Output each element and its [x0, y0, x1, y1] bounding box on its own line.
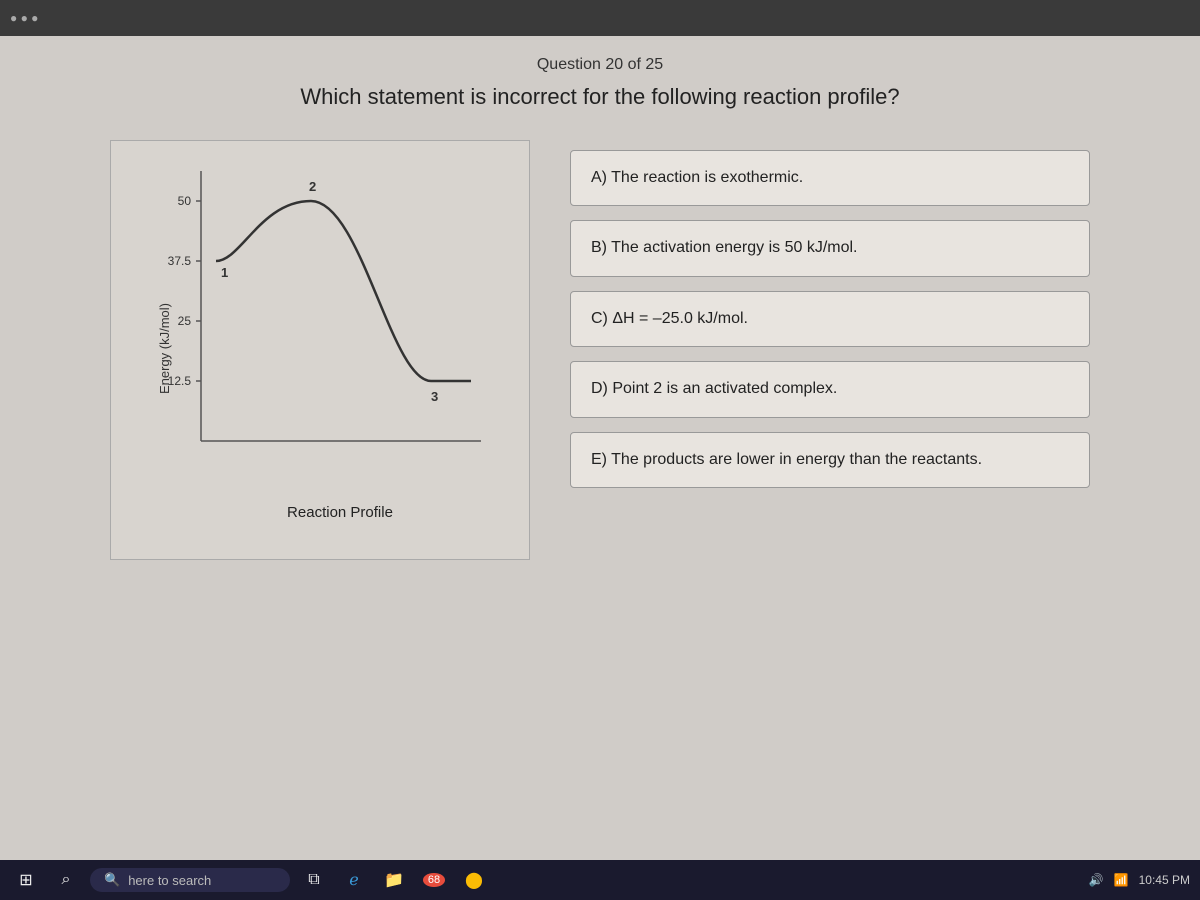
answer-option-c[interactable]: C) ΔH = –25.0 kJ/mol. — [570, 291, 1090, 347]
svg-text:25: 25 — [178, 314, 192, 328]
search-button[interactable]: ⌕ — [50, 864, 82, 896]
chrome-icon[interactable]: ⬤ — [458, 864, 490, 896]
content-row: Energy (kJ/mol) 50 37.5 25 12.5 — [40, 140, 1160, 560]
taskview-button[interactable]: ⧉ — [298, 864, 330, 896]
y-axis-label: Energy (kJ/mol) — [157, 303, 172, 394]
answer-option-b[interactable]: B) The activation energy is 50 kJ/mol. — [570, 220, 1090, 276]
answer-option-e[interactable]: E) The products are lower in energy than… — [570, 432, 1090, 488]
question-counter: Question 20 of 25 — [537, 56, 663, 74]
browser-bar: ● ● ● — [0, 0, 1200, 36]
answer-option-a[interactable]: A) The reaction is exothermic. — [570, 150, 1090, 206]
clock: 10:45 PM — [1139, 873, 1190, 887]
search-placeholder: here to search — [128, 873, 211, 888]
search-bar[interactable]: 🔍 here to search — [90, 868, 290, 892]
notification-badge[interactable]: 68 — [418, 864, 450, 896]
svg-text:37.5: 37.5 — [168, 254, 192, 268]
taskbar: ⊞ ⌕ 🔍 here to search ⧉ ℯ 📁 68 ⬤ 🔊 📶 10:4… — [0, 860, 1200, 900]
browser-tabs: ● ● ● — [10, 11, 38, 25]
search-icon: 🔍 — [104, 872, 120, 888]
svg-text:3: 3 — [431, 389, 438, 404]
system-tray: 🔊 📶 10:45 PM — [1089, 873, 1190, 887]
volume-icon[interactable]: 🔊 — [1089, 873, 1104, 887]
network-icon[interactable]: 📶 — [1114, 873, 1129, 887]
file-explorer-icon[interactable]: 📁 — [378, 864, 410, 896]
edge-icon[interactable]: ℯ — [338, 864, 370, 896]
svg-text:50: 50 — [178, 194, 192, 208]
answers-container: A) The reaction is exothermic. B) The ac… — [570, 150, 1090, 488]
reaction-graph: 50 37.5 25 12.5 1 2 — [161, 151, 501, 491]
question-text: Which statement is incorrect for the fol… — [300, 84, 899, 110]
answer-option-d[interactable]: D) Point 2 is an activated complex. — [570, 361, 1090, 417]
main-content: Question 20 of 25 Which statement is inc… — [0, 36, 1200, 900]
svg-text:2: 2 — [309, 179, 316, 194]
graph-title: Reaction Profile — [161, 504, 519, 521]
start-button[interactable]: ⊞ — [10, 864, 42, 896]
svg-text:1: 1 — [221, 265, 228, 280]
graph-container: Energy (kJ/mol) 50 37.5 25 12.5 — [110, 140, 530, 560]
